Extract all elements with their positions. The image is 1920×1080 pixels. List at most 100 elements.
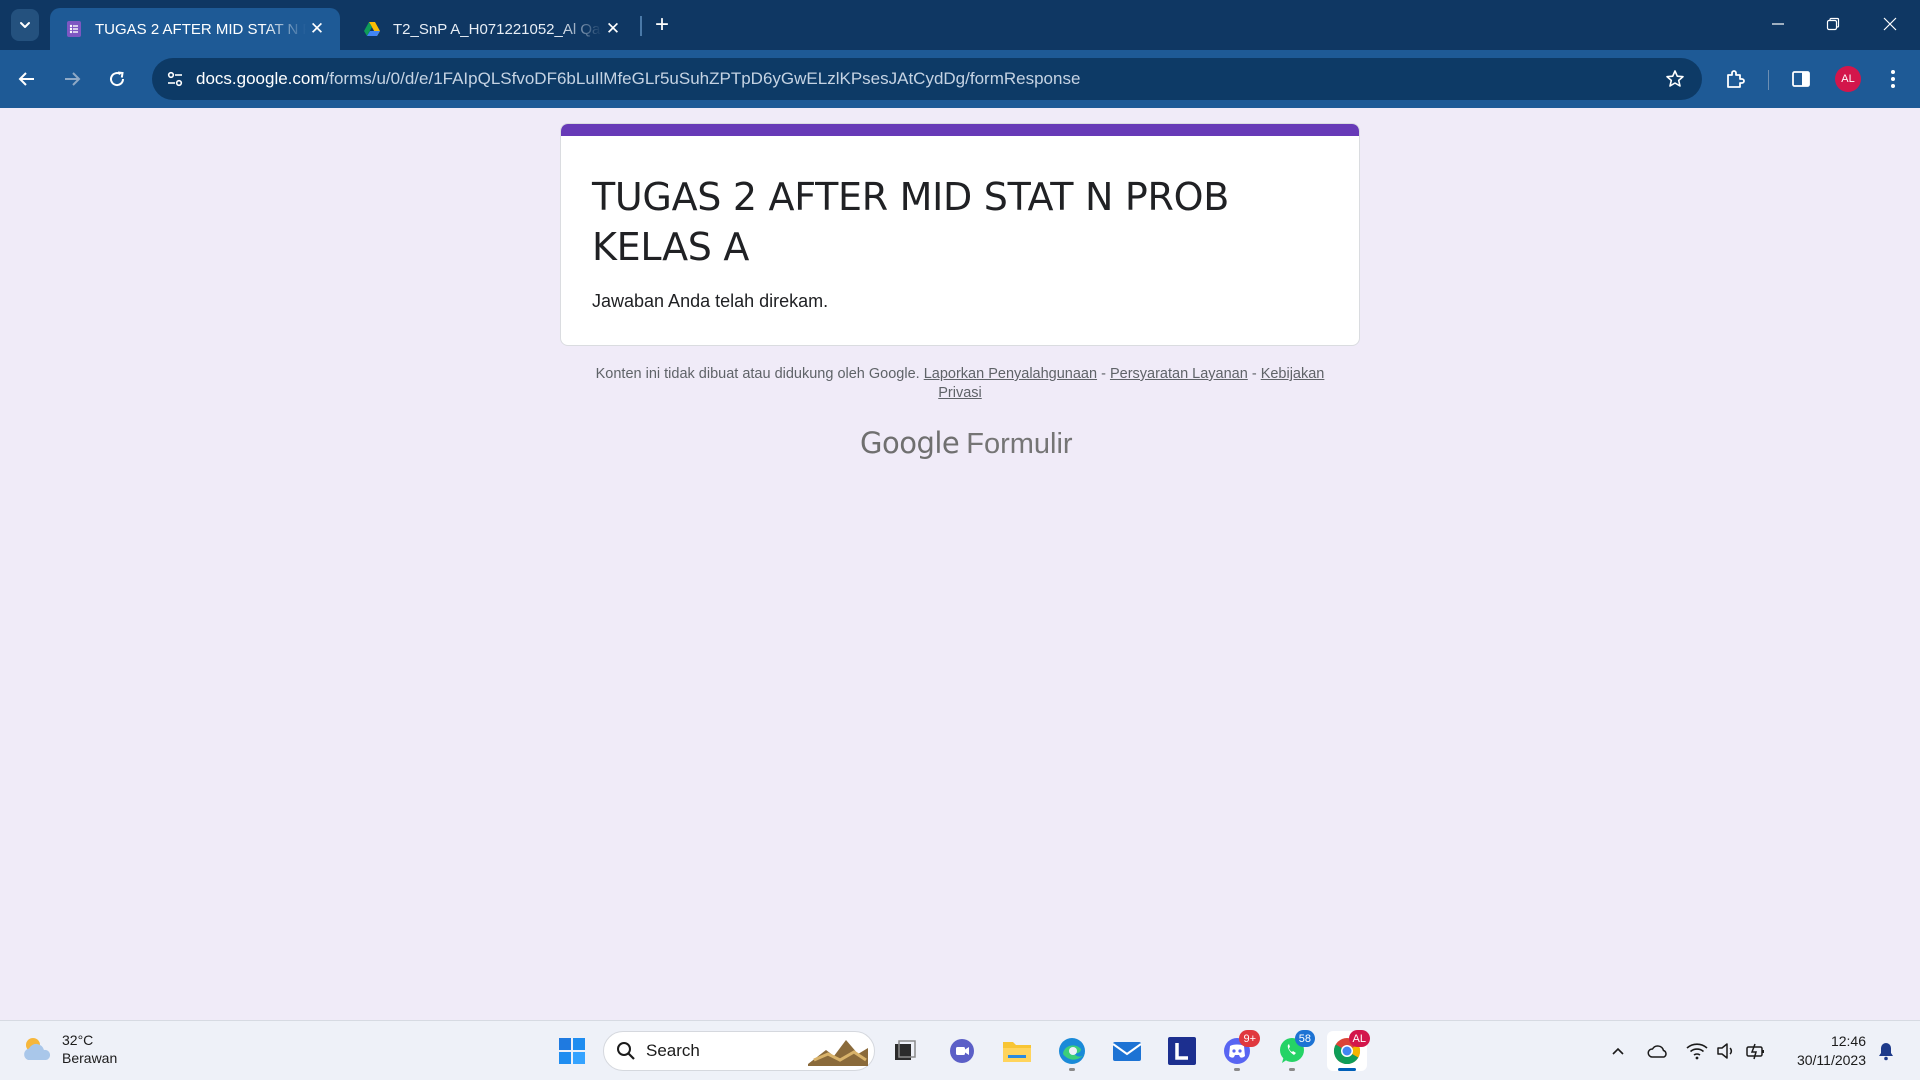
terms-of-service-link[interactable]: Persyaratan Layanan [1110,366,1248,382]
search-highlight-icon [808,1040,868,1066]
weather-temperature: 32°C [62,1032,94,1048]
onedrive-cloud-icon [1647,1045,1667,1058]
tab-title: T2_SnP A_H071221052_Al Qadri [393,20,602,38]
file-explorer-button[interactable] [997,1031,1037,1071]
star-icon [1666,70,1684,87]
puzzle-icon [1727,70,1745,88]
browser-menu-button[interactable] [1876,62,1910,96]
search-icon [617,1042,635,1060]
link-separator: - [1247,366,1261,382]
browser-toolbar: docs.google.com/forms/u/0/d/e/1FAIpQLSfv… [0,50,1920,108]
close-tab-icon[interactable]: ✕ [602,18,624,40]
windows-taskbar: 32°C Berawan Search 9+ 58 AL 12:46 30/11… [0,1020,1920,1080]
onedrive-button[interactable] [1646,1039,1670,1063]
tune-icon [167,71,183,87]
chrome-profile-badge: AL [1348,1030,1370,1047]
weather-widget[interactable]: 32°C Berawan [20,1031,117,1067]
url-path: /forms/u/0/d/e/1FAIpQLSfvoDF6bLuIlMfeGLr… [324,69,1081,88]
weather-description: Berawan [62,1050,118,1066]
forms-wordmark: Formulir [966,428,1073,460]
arrow-left-icon [18,72,34,86]
close-window-button[interactable] [1868,6,1912,42]
google-forms-icon [67,21,81,37]
site-info-button[interactable] [159,63,191,95]
back-button[interactable] [10,62,44,96]
google-wordmark: Google [860,426,960,460]
taskbar-search[interactable]: Search [603,1031,875,1071]
wifi-button[interactable] [1685,1039,1709,1063]
l-app-icon [1168,1037,1196,1065]
whatsapp-button[interactable]: 58 [1272,1030,1315,1071]
extensions-button[interactable] [1718,62,1752,96]
side-panel-button[interactable] [1784,62,1818,96]
discord-button[interactable]: 9+ [1217,1030,1260,1071]
response-recorded-message: Jawaban Anda telah direkam. [592,291,829,311]
volume-button[interactable] [1714,1039,1738,1063]
running-indicator [1289,1068,1295,1071]
running-indicator [1069,1068,1075,1071]
edge-button[interactable] [1052,1031,1092,1071]
tab-forms[interactable]: TUGAS 2 AFTER MID STAT N PROB KELAS A ✕ [50,8,340,50]
reload-icon [110,71,125,87]
tab-search-button[interactable] [11,9,39,41]
discord-badge: 9+ [1239,1030,1260,1047]
taskbar-clock[interactable]: 12:46 30/11/2023 [1780,1032,1866,1070]
mail-button[interactable] [1107,1031,1147,1071]
teams-chat-button[interactable] [942,1031,982,1071]
whatsapp-badge: 58 [1294,1030,1315,1047]
chrome-button[interactable]: AL [1327,1030,1370,1071]
bell-icon [1879,1043,1893,1061]
arrow-right-icon [65,72,81,86]
google-drive-icon [364,22,380,36]
more-vert-icon [1891,70,1895,88]
minimize-icon [1772,23,1784,25]
tab-separator [640,16,642,36]
google-forms-logo[interactable]: Google Formulir [860,426,1073,461]
restore-button[interactable] [1811,6,1855,42]
restore-icon [1826,17,1840,31]
side-panel-icon [1792,71,1810,87]
form-title: TUGAS 2 AFTER MID STAT N PROB KELAS A [592,175,1229,269]
running-indicator [1234,1068,1240,1071]
volume-icon [1717,1043,1733,1059]
bookmark-button[interactable] [1662,66,1688,92]
edge-icon [1059,1038,1085,1064]
battery-button[interactable] [1744,1039,1768,1063]
reload-button[interactable] [100,62,134,96]
file-explorer-icon [1003,1042,1031,1062]
chevron-down-icon [20,22,30,28]
profile-avatar[interactable]: AL [1835,66,1861,92]
show-hidden-icons-button[interactable] [1606,1039,1630,1063]
mail-icon [1112,1042,1142,1061]
minimize-button[interactable] [1756,6,1800,42]
notifications-button[interactable] [1874,1039,1898,1063]
start-icon [559,1038,585,1064]
start-button[interactable] [552,1031,592,1071]
close-icon [1883,17,1897,31]
chevron-up-icon [1612,1047,1624,1055]
task-view-button[interactable] [885,1031,925,1071]
footer-disclaimer: Konten ini tidak dibuat atau didukung ol… [580,365,1340,403]
disclaimer-text: Konten ini tidak dibuat atau didukung ol… [595,366,920,382]
task-view-icon [895,1040,916,1060]
battery-charging-icon [1746,1043,1764,1060]
toolbar-divider [1768,70,1769,90]
report-abuse-link[interactable]: Laporkan Penyalahgunaan [924,366,1097,382]
clock-time: 12:46 [1830,1033,1866,1049]
browser-tabstrip: TUGAS 2 AFTER MID STAT N PROB KELAS A ✕ … [0,0,1920,50]
close-tab-icon[interactable]: ✕ [306,18,328,40]
search-label: Search [646,1041,700,1060]
active-indicator [1338,1068,1356,1071]
wifi-icon [1686,1043,1708,1060]
tab-title: TUGAS 2 AFTER MID STAT N PROB KELAS A [95,20,306,38]
address-bar[interactable]: docs.google.com/forms/u/0/d/e/1FAIpQLSfv… [152,58,1702,100]
l-app-button[interactable] [1162,1031,1202,1071]
forward-button[interactable] [55,62,89,96]
clock-date: 30/11/2023 [1796,1052,1866,1068]
new-tab-button[interactable]: + [648,10,676,40]
teams-chat-icon [950,1039,974,1063]
tab-drive[interactable]: T2_SnP A_H071221052_Al Qadri ✕ [348,8,636,50]
url-text: docs.google.com/forms/u/0/d/e/1FAIpQLSfv… [196,69,1080,89]
url-host: docs.google.com [196,69,325,88]
form-accent-bar [561,124,1359,136]
